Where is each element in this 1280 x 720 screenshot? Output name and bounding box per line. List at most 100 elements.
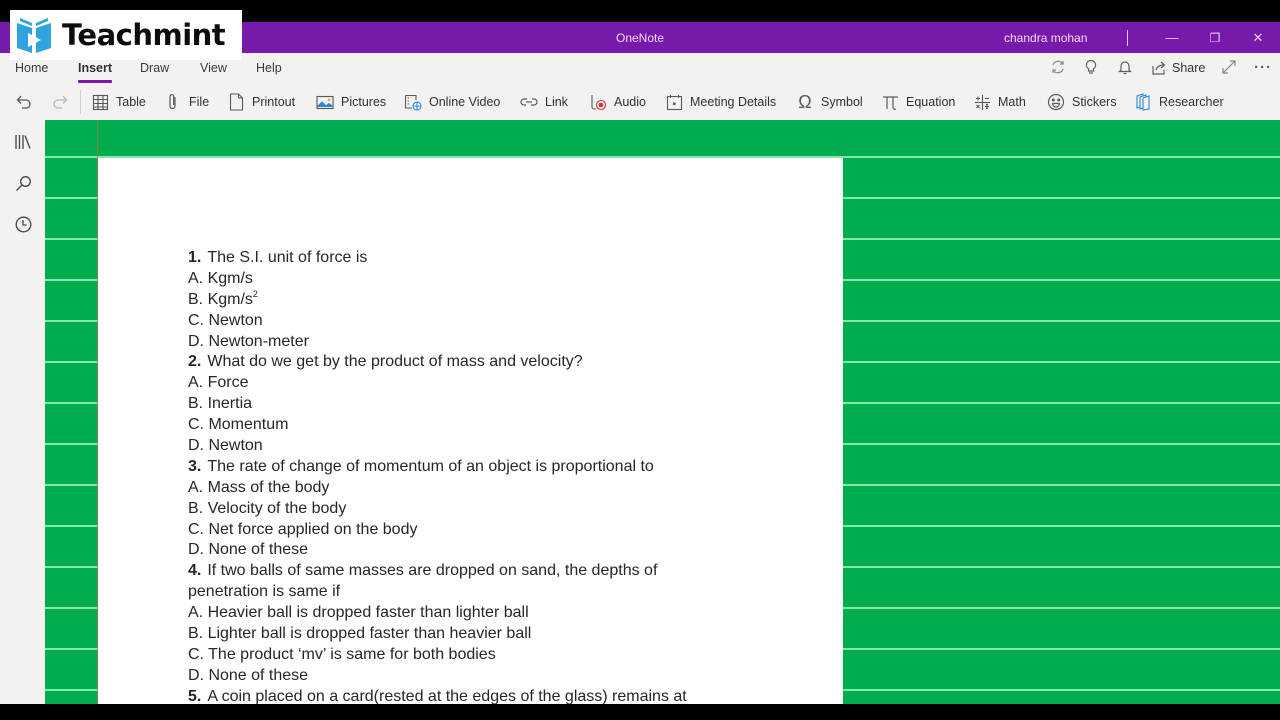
- minimize-button[interactable]: —: [1157, 27, 1187, 49]
- lightbulb-icon[interactable]: [1081, 59, 1101, 77]
- question-number: 2.: [188, 353, 202, 371]
- math-button[interactable]: Math: [973, 92, 1026, 112]
- symbol-label: Symbol: [821, 95, 863, 109]
- share-icon: [1152, 61, 1166, 75]
- option: A. Kgm/s: [188, 269, 253, 287]
- smiley-icon: [1047, 93, 1065, 111]
- option: C. Momentum: [188, 416, 289, 434]
- bell-icon[interactable]: [1115, 59, 1135, 77]
- equation-label: Equation: [906, 95, 956, 109]
- stickers-label: Stickers: [1072, 95, 1117, 109]
- user-account-name[interactable]: chandra mohan: [1004, 31, 1087, 45]
- tab-draw[interactable]: Draw: [140, 61, 169, 75]
- search-icon[interactable]: [12, 172, 34, 194]
- question-4: 4. If two balls of same masses are droppe…: [188, 561, 828, 582]
- question-text: If two balls of same masses are dropped …: [207, 562, 658, 580]
- insert-pictures-button[interactable]: Pictures: [316, 92, 386, 112]
- insert-equation-button[interactable]: Equation: [881, 92, 955, 112]
- omega-icon: Ω: [798, 91, 812, 112]
- option: D. None of these: [188, 541, 309, 559]
- math-label: Math: [998, 95, 1026, 109]
- question-5: 5. A coin placed on a card(rested at the …: [188, 687, 828, 704]
- stickers-button[interactable]: Stickers: [1047, 92, 1116, 112]
- option-text: B. Kgm/s: [188, 290, 253, 308]
- insert-toolbar: Table File Printout Pictures Online Vide…: [0, 85, 1280, 119]
- sync-icon[interactable]: [1048, 59, 1068, 77]
- undo-button[interactable]: [14, 92, 32, 112]
- option: B. Velocity of the body: [188, 499, 347, 517]
- teachmint-logo-icon: [17, 18, 51, 53]
- insert-file-button[interactable]: File: [164, 92, 209, 112]
- insert-table-button[interactable]: Table: [91, 92, 146, 112]
- tab-view[interactable]: View: [200, 61, 227, 75]
- tab-help[interactable]: Help: [256, 61, 282, 75]
- table-label: Table: [116, 95, 146, 109]
- redo-button[interactable]: [52, 92, 70, 112]
- question-text: The S.I. unit of force is: [207, 249, 368, 266]
- question-number: 1.: [188, 249, 202, 266]
- question-text-continued: penetration is same if: [188, 583, 341, 601]
- expand-icon[interactable]: [1219, 59, 1239, 77]
- share-label: Share: [1172, 60, 1206, 75]
- question-number: 4.: [188, 562, 202, 580]
- option: D. None of these: [188, 666, 309, 684]
- meeting-details-label: Meeting Details: [690, 95, 777, 109]
- picture-icon: [316, 93, 334, 111]
- question-number: 5.: [188, 687, 202, 704]
- toolbar-separator: [80, 90, 81, 114]
- meeting-details-button[interactable]: Meeting Details: [665, 92, 776, 112]
- researcher-label: Researcher: [1159, 95, 1224, 109]
- option: A. Force: [188, 374, 249, 392]
- question-text: What do we get by the product of mass an…: [207, 353, 583, 371]
- redo-icon: [53, 95, 68, 109]
- more-icon[interactable]: ···: [1253, 59, 1273, 77]
- notebooks-icon[interactable]: [12, 131, 34, 153]
- option: A. Heavier ball is dropped faster than l…: [188, 604, 529, 622]
- option: B. Kgm/s2: [188, 289, 828, 311]
- file-label: File: [189, 95, 210, 109]
- restore-button[interactable]: ❐: [1200, 27, 1230, 49]
- online-video-icon: [404, 93, 422, 111]
- question-3: 3. The rate of change of momentum of an o…: [188, 457, 828, 478]
- question-text: A coin placed on a card(rested at the ed…: [207, 687, 687, 704]
- option: B. Inertia: [188, 395, 253, 413]
- option: D. Newton: [188, 437, 263, 455]
- link-icon: [520, 93, 538, 111]
- close-button[interactable]: ✕: [1243, 27, 1273, 49]
- question-content[interactable]: 1. The S.I. unit of force is A. Kgm/s B. …: [188, 248, 828, 704]
- pictures-label: Pictures: [341, 95, 387, 109]
- math-icon: [973, 93, 991, 111]
- audio-label: Audio: [614, 95, 646, 109]
- online-video-label: Online Video: [429, 95, 501, 109]
- insert-symbol-button[interactable]: Ω Symbol: [796, 91, 863, 112]
- page-canvas[interactable]: 1. The S.I. unit of force is A. Kgm/s B. …: [45, 120, 1280, 704]
- researcher-icon: [1134, 93, 1152, 111]
- table-icon: [91, 93, 109, 111]
- ribbon: Home Insert Draw View Help Share ··· Tab…: [0, 53, 1280, 120]
- insert-printout-button[interactable]: Printout: [227, 92, 295, 112]
- option: A. Mass of the body: [188, 478, 330, 496]
- researcher-button[interactable]: Researcher: [1134, 92, 1224, 112]
- title-separator: [1127, 30, 1128, 46]
- undo-icon: [16, 95, 31, 109]
- share-button[interactable]: Share: [1151, 60, 1205, 75]
- pi-icon: [881, 93, 899, 111]
- tab-insert[interactable]: Insert: [78, 61, 113, 83]
- insert-online-video-button[interactable]: Online Video: [404, 92, 500, 112]
- insert-audio-button[interactable]: Audio: [589, 92, 646, 112]
- question-2: 2. What do we get by the product of mass …: [188, 352, 828, 373]
- tab-home[interactable]: Home: [15, 61, 48, 75]
- insert-link-button[interactable]: Link: [520, 92, 568, 112]
- audio-record-icon: [589, 93, 607, 111]
- link-label: Link: [545, 95, 568, 109]
- option: C. Net force applied on the body: [188, 520, 418, 538]
- printout-label: Printout: [252, 95, 296, 109]
- calendar-icon: [665, 93, 683, 111]
- teachmint-brand-text: Teachmint: [62, 18, 226, 52]
- option: D. Newton-meter: [188, 332, 309, 350]
- question-1: 1. The S.I. unit of force is: [188, 248, 828, 269]
- screen: Teachmint OneNote chandra mohan — ❐ ✕ Ho…: [0, 0, 1280, 720]
- recent-icon[interactable]: [12, 213, 34, 235]
- left-navigation: [0, 120, 45, 704]
- option: C. Newton: [188, 311, 263, 329]
